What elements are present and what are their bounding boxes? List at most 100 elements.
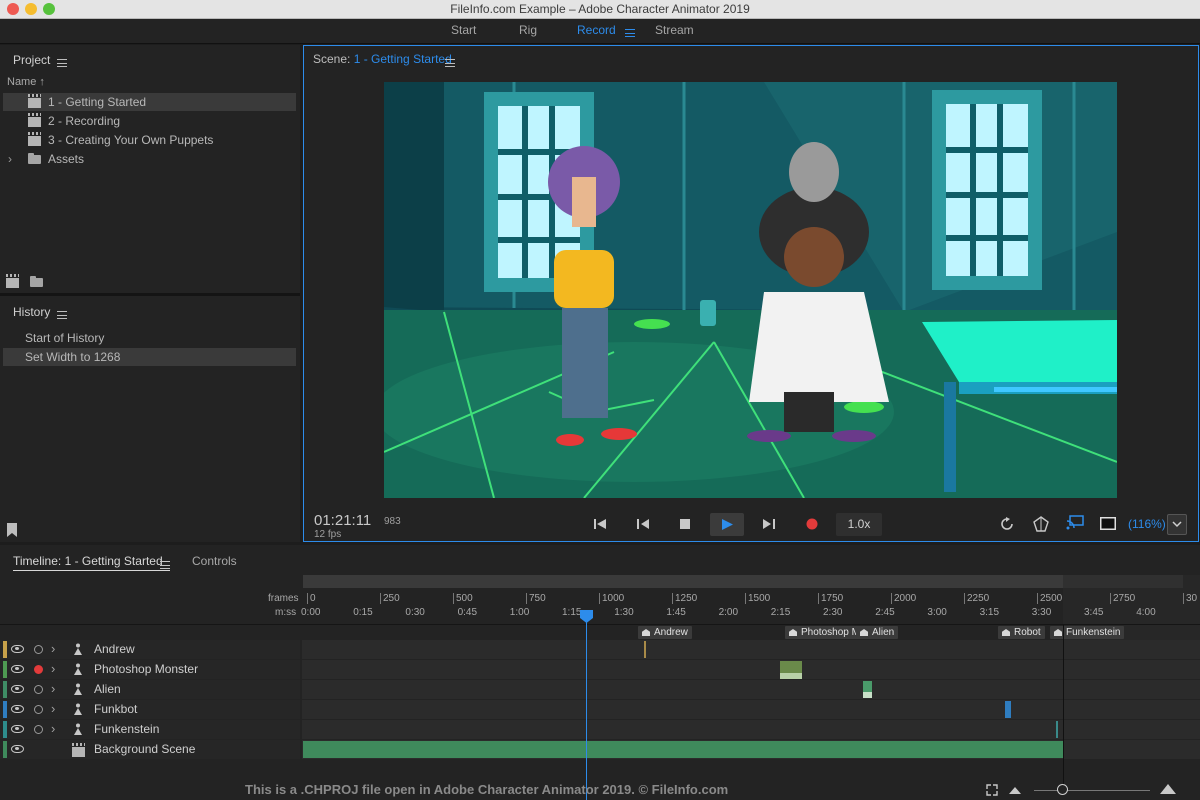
track-lane[interactable] [302, 700, 1200, 719]
project-item-label: 2 - Recording [48, 114, 121, 128]
track-row[interactable]: › Alien [0, 680, 1200, 699]
new-folder-button[interactable] [30, 275, 50, 289]
history-item-set-width[interactable]: Set Width to 1268 [3, 348, 296, 366]
zoom-out-icon[interactable] [1009, 787, 1021, 794]
track-lane[interactable] [302, 640, 1200, 659]
timeline-tab[interactable]: Timeline: 1 - Getting Started [13, 554, 163, 568]
puppet-icon [74, 663, 82, 675]
track-header [0, 680, 300, 699]
visibility-eye-icon[interactable] [11, 645, 24, 653]
project-item-getting-started[interactable]: 1 - Getting Started [3, 93, 296, 111]
name-column-header[interactable]: Name ↑ [7, 76, 45, 88]
time-tick-label: 2:00 [718, 607, 739, 618]
scene-icon [28, 131, 41, 146]
play-button[interactable] [710, 513, 744, 536]
project-item-creating-puppets[interactable]: 3 - Creating Your Own Puppets [3, 131, 296, 149]
track-lane[interactable] [302, 660, 1200, 679]
workspace-tab-record[interactable]: Record [577, 23, 616, 37]
project-item-assets[interactable]: › Assets [3, 150, 296, 168]
timeline-menu-icon[interactable] [160, 558, 170, 572]
timecode[interactable]: 01:21:11 [314, 512, 371, 529]
record-icon[interactable] [806, 518, 818, 530]
marker-funkenstein[interactable]: Funkenstein [1050, 626, 1125, 639]
expand-chevron-icon[interactable]: › [51, 701, 55, 716]
frame-tick-label: 30 [1183, 593, 1197, 604]
track-color-swatch [3, 661, 7, 678]
track-block-andrew[interactable] [644, 641, 646, 658]
track-row[interactable]: › Andrew [0, 640, 1200, 659]
track-block-funkenstein[interactable] [1056, 721, 1058, 738]
workspace-tab-stream[interactable]: Stream [655, 23, 694, 37]
scene-icon [28, 93, 41, 108]
physics-icon[interactable] [1033, 516, 1049, 532]
playhead-handle-icon[interactable] [580, 610, 593, 623]
project-item-label: 1 - Getting Started [48, 95, 147, 109]
visibility-eye-icon[interactable] [11, 705, 24, 713]
expand-chevron-icon[interactable]: › [51, 721, 55, 736]
bookmark-icon[interactable] [7, 523, 17, 537]
controls-tab[interactable]: Controls [192, 554, 237, 568]
playback-speed-select[interactable]: 1.0x [836, 513, 882, 536]
arm-record-button[interactable] [34, 725, 43, 734]
step-back-icon[interactable] [637, 518, 650, 530]
time-tick-label: 0:30 [405, 607, 425, 618]
track-lane[interactable] [302, 720, 1200, 739]
frame-tick-label: 2000 [891, 593, 916, 604]
scene-name[interactable]: 1 - Getting Started [354, 52, 452, 66]
zoom-level[interactable]: (116%) [1128, 517, 1166, 531]
expand-chevron-icon[interactable]: › [51, 681, 55, 696]
scene-preview[interactable] [384, 82, 1117, 498]
track-row[interactable]: › Photoshop Monster [0, 660, 1200, 679]
stream-output-icon[interactable] [1066, 515, 1084, 530]
visibility-eye-icon[interactable] [11, 725, 24, 733]
timeline-scrollbar[interactable] [303, 575, 1183, 588]
track-lane[interactable] [302, 680, 1200, 699]
history-panel-menu-icon[interactable] [57, 308, 67, 322]
arm-record-button[interactable] [34, 665, 43, 674]
step-forward-icon[interactable] [763, 518, 776, 530]
project-item-recording[interactable]: 2 - Recording [3, 112, 296, 130]
history-item-start[interactable]: Start of History [3, 329, 296, 347]
zoom-in-icon[interactable] [1160, 784, 1176, 794]
time-tick-label: 3:15 [979, 607, 1000, 618]
workspace-tab-start[interactable]: Start [451, 23, 476, 37]
expand-chevron-icon[interactable]: › [51, 661, 55, 676]
project-panel-title: Project [13, 53, 51, 67]
track-block-funkbot[interactable] [1005, 701, 1011, 718]
refresh-icon[interactable] [1000, 517, 1014, 531]
track-row[interactable]: › Funkbot [0, 700, 1200, 719]
background-fill-icon[interactable] [1100, 517, 1116, 530]
arm-record-button[interactable] [34, 685, 43, 694]
new-scene-button[interactable] [6, 273, 26, 289]
zoom-dropdown-button[interactable] [1167, 514, 1187, 535]
timeline-zoom-slider-handle[interactable] [1057, 784, 1068, 795]
go-to-start-icon[interactable] [594, 518, 607, 530]
scene-panel-menu-icon[interactable] [445, 56, 455, 70]
visibility-eye-icon[interactable] [11, 665, 24, 673]
time-tick-label: 2:15 [770, 607, 791, 618]
visibility-eye-icon[interactable] [11, 745, 24, 753]
stop-icon[interactable] [680, 519, 690, 529]
frame-tick-label: 500 [453, 593, 473, 604]
track-block-background-scene[interactable] [303, 741, 1063, 758]
work-area-end[interactable] [1063, 625, 1064, 785]
arm-record-button[interactable] [34, 645, 43, 654]
workspace-menu-icon[interactable] [625, 26, 635, 40]
project-panel-menu-icon[interactable] [57, 56, 67, 70]
timeline-zoom-slider[interactable] [1034, 790, 1150, 791]
marker-alien[interactable]: Alien [856, 626, 899, 639]
marker-robot[interactable]: Robot [998, 626, 1045, 639]
time-tick-label: 1:15 [562, 607, 582, 618]
visibility-eye-icon[interactable] [11, 685, 24, 693]
workspace-tab-rig[interactable]: Rig [519, 23, 537, 37]
track-row[interactable]: › Funkenstein [0, 720, 1200, 739]
track-name: Funkenstein [94, 722, 160, 736]
expand-chevron-icon[interactable]: › [51, 641, 55, 656]
marker-andrew[interactable]: Andrew [638, 626, 692, 639]
expand-chevron-icon[interactable]: › [8, 150, 12, 168]
new-scene-icon [6, 273, 19, 288]
track-name: Background Scene [94, 742, 196, 756]
history-item-label: Set Width to 1268 [25, 350, 121, 364]
arm-record-button[interactable] [34, 705, 43, 714]
fit-to-window-icon[interactable] [986, 784, 998, 796]
